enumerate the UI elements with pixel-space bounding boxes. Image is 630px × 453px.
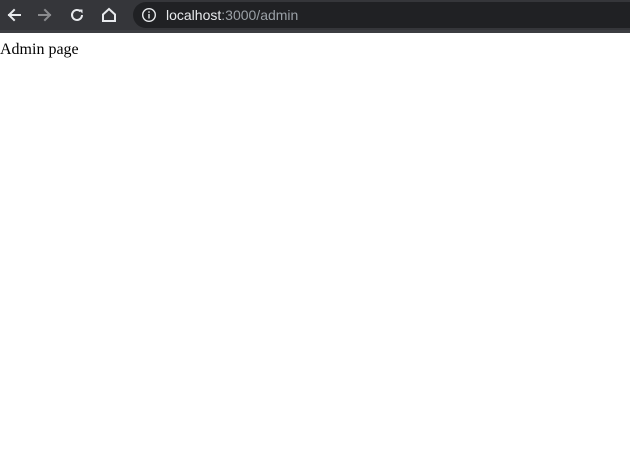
address-bar[interactable]: localhost:3000/admin xyxy=(133,2,630,28)
home-icon xyxy=(102,7,116,22)
forward-arrow-icon xyxy=(38,8,52,22)
page-content: Admin page xyxy=(0,41,79,58)
reload-icon xyxy=(71,8,83,21)
url-text[interactable]: localhost:3000/admin xyxy=(166,6,298,24)
forward-button[interactable] xyxy=(32,3,58,27)
reload-button[interactable] xyxy=(64,3,90,27)
back-arrow-icon xyxy=(7,8,21,22)
back-button[interactable] xyxy=(1,3,27,27)
url-host: localhost xyxy=(166,7,222,23)
browser-toolbar: localhost:3000/admin xyxy=(0,0,630,33)
url-path: :3000/admin xyxy=(221,7,299,23)
home-button[interactable] xyxy=(96,3,122,27)
info-icon[interactable] xyxy=(141,7,157,23)
